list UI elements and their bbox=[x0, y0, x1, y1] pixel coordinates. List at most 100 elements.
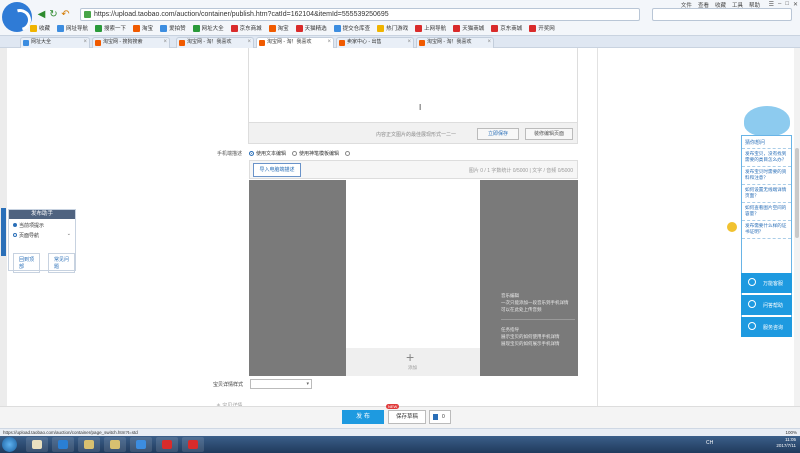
menu-favorites[interactable]: 收藏 bbox=[715, 1, 726, 9]
menu-file[interactable]: 文件 bbox=[681, 1, 692, 9]
bookmark-item[interactable]: 淘宝 bbox=[268, 24, 289, 32]
nav-icon bbox=[13, 233, 17, 237]
helper-item-current[interactable]: 当前项提示 bbox=[9, 219, 75, 229]
tip-title: 任务指导 bbox=[501, 327, 519, 332]
bookmark-item[interactable]: 淘宝 bbox=[133, 24, 153, 32]
browser-menu: 文件 查看 收藏 工具 帮助 bbox=[681, 1, 760, 9]
browser-tab[interactable]: 淘宝网 - 淘！我喜欢 × bbox=[176, 37, 254, 48]
bookmarks-bar: 收藏 网址导航 搜索一下 淘宝 爱拍赞 网址大全 京东商城 淘宝 天猫精选 提交仓库查 热门游戏 上网… bbox=[30, 22, 555, 34]
editor-tips: 音乐编辑 一次只能添加一段音乐到手机详情 可以在此处上传音频 任务指导 展示宝贝… bbox=[501, 292, 575, 347]
browser-logo-icon[interactable] bbox=[2, 2, 32, 32]
bookmark-item[interactable]: 网址导航 bbox=[57, 24, 88, 32]
tab-strip: 网址大全 × 淘宝网 - 搜狗搜索 × 淘宝网 - 淘！我喜欢 × 淘宝网 - 淘！我喜欢 ×… bbox=[0, 36, 800, 48]
close-icon[interactable]: ✕ bbox=[793, 1, 798, 8]
bookmark-item[interactable]: 提交仓库查 bbox=[333, 24, 370, 32]
bookmark-item[interactable]: 天猫精选 bbox=[295, 24, 327, 32]
tab-close-icon[interactable]: × bbox=[163, 38, 167, 47]
help-question[interactable]: 发布宝贝时需要的资料和注意？ bbox=[742, 167, 791, 185]
helper-item-navigation[interactable]: 页面导航 ⌄ bbox=[9, 229, 75, 239]
taskbar-app[interactable] bbox=[182, 437, 204, 452]
publish-button[interactable]: 发 布 bbox=[342, 410, 384, 424]
taskbar-app[interactable] bbox=[78, 437, 100, 452]
tab-close-icon[interactable]: × bbox=[83, 38, 87, 47]
browser-status-bar: https://upload.taobao.com/auction/contai… bbox=[0, 428, 800, 436]
system-tray-clock[interactable]: 11:05 2017/7/11 bbox=[776, 437, 796, 449]
lightbulb-icon[interactable] bbox=[727, 222, 737, 232]
address-bar[interactable]: https://upload.taobao.com/auction/contai… bbox=[80, 8, 640, 21]
import-pc-description-button[interactable]: 导入电脑端描述 bbox=[253, 163, 301, 177]
save-draft-button[interactable]: 保存草稿 bbox=[388, 410, 426, 424]
menu-view[interactable]: 查看 bbox=[698, 1, 709, 9]
taskbar-app[interactable] bbox=[52, 437, 74, 452]
scrollbar-thumb[interactable] bbox=[795, 148, 799, 238]
option-text-editor[interactable]: 使用文本编辑 bbox=[249, 150, 286, 157]
column-divider bbox=[597, 48, 598, 406]
faq-button[interactable]: 常见问题 bbox=[48, 253, 75, 273]
bookmark-item[interactable]: 上网导航 bbox=[415, 24, 446, 32]
browser-tab[interactable]: 淘宝网 - 淘！我喜欢 × bbox=[416, 37, 494, 48]
zoom-level[interactable]: 100% bbox=[785, 430, 797, 435]
bookmark-item[interactable]: 天猫商城 bbox=[453, 24, 484, 32]
minimize-icon[interactable]: – bbox=[778, 1, 781, 8]
browser-search-input[interactable] bbox=[652, 8, 792, 21]
taskbar-app[interactable] bbox=[156, 437, 178, 452]
save-now-button[interactable]: 立即保存 bbox=[477, 128, 519, 140]
help-question[interactable]: 如何设置无线端详情页面？ bbox=[742, 185, 791, 203]
browser-tab[interactable]: 淘宝网 - 搜狗搜索 × bbox=[92, 37, 170, 48]
button-label: 万能客服 bbox=[763, 281, 784, 287]
help-question[interactable]: 如何查看图片空间的容量？ bbox=[742, 203, 791, 221]
taskbar-app[interactable] bbox=[104, 437, 126, 452]
add-module-area[interactable]: + 添加 bbox=[346, 348, 480, 376]
input-language[interactable]: CH bbox=[706, 440, 713, 446]
start-button[interactable] bbox=[2, 437, 17, 452]
refresh-icon[interactable]: ↻ bbox=[48, 9, 59, 20]
menu-help[interactable]: 帮助 bbox=[749, 1, 760, 9]
new-badge: NEW bbox=[386, 404, 400, 409]
help-circle-icon[interactable] bbox=[345, 151, 351, 156]
bookmark-item[interactable]: 爱拍赞 bbox=[160, 24, 186, 32]
tab-close-icon[interactable]: × bbox=[247, 38, 251, 47]
back-to-top-button[interactable]: 回到顶部 bbox=[13, 253, 40, 273]
bookmark-item[interactable]: 搜索一下 bbox=[95, 24, 126, 32]
qa-help-button[interactable]: 问答帮助 bbox=[741, 295, 792, 315]
address-url[interactable]: https://upload.taobao.com/auction/contai… bbox=[94, 11, 389, 18]
menu-tools[interactable]: 工具 bbox=[732, 1, 743, 9]
taskbar-app[interactable] bbox=[130, 437, 152, 452]
maximize-icon[interactable]: □ bbox=[785, 1, 789, 8]
tip-title: 音乐编辑 bbox=[501, 293, 519, 298]
undo-icon[interactable]: ↶ bbox=[60, 9, 71, 20]
bookmark-label: 热门游戏 bbox=[386, 26, 409, 32]
mobile-preview-button[interactable]: 0 bbox=[429, 410, 451, 424]
taskbar-app[interactable] bbox=[26, 437, 48, 452]
help-question[interactable]: 发布需要什么样的证书证明？ bbox=[742, 221, 791, 239]
bookmark-item[interactable]: 京东商城 bbox=[230, 24, 262, 32]
bookmark-item[interactable]: 京东商城 bbox=[491, 24, 522, 32]
page-scrollbar[interactable] bbox=[794, 48, 800, 406]
service-icon bbox=[748, 278, 756, 286]
phone-preview[interactable] bbox=[346, 180, 480, 348]
bookmark-item[interactable]: 开奖网 bbox=[529, 24, 555, 32]
tab-favicon-icon bbox=[179, 40, 185, 46]
tab-label: 淘宝网 - 淘！我喜欢 bbox=[427, 39, 472, 45]
decorate-editor-button[interactable]: 装修编辑页面 bbox=[525, 128, 573, 140]
bookmark-item[interactable]: 收藏 bbox=[30, 24, 50, 32]
button-label: 服务咨询 bbox=[763, 325, 784, 331]
browser-tab[interactable]: 淘宝网 - 淘！我喜欢 × bbox=[256, 37, 334, 48]
option-template-editor[interactable]: 使用神笔模板编辑 bbox=[292, 150, 339, 157]
tab-close-icon[interactable]: × bbox=[407, 38, 411, 47]
tab-close-icon[interactable]: × bbox=[327, 38, 331, 47]
browser-tab[interactable]: 网址大全 × bbox=[20, 37, 90, 48]
customer-service-button[interactable]: 万能客服 bbox=[741, 273, 792, 293]
template-style-select[interactable]: ▾ bbox=[250, 379, 312, 389]
browser-tab[interactable]: 卖家中心 - 出售 × bbox=[336, 37, 414, 48]
bookmark-item[interactable]: 热门游戏 bbox=[377, 24, 408, 32]
assistant-mascot-icon[interactable] bbox=[744, 106, 790, 140]
mobile-count: 0 bbox=[442, 414, 445, 420]
menu-icon[interactable]: ☰ bbox=[769, 1, 774, 8]
tab-close-icon[interactable]: × bbox=[487, 38, 491, 47]
tab-favicon-icon bbox=[95, 40, 101, 46]
back-icon[interactable]: ◀ bbox=[36, 9, 47, 20]
bookmark-item[interactable]: 网址大全 bbox=[192, 24, 224, 32]
help-question[interactable]: 发布宝贝，没有找到需要的类目怎么办？ bbox=[742, 149, 791, 167]
service-consult-button[interactable]: 服务咨询 bbox=[741, 317, 792, 337]
